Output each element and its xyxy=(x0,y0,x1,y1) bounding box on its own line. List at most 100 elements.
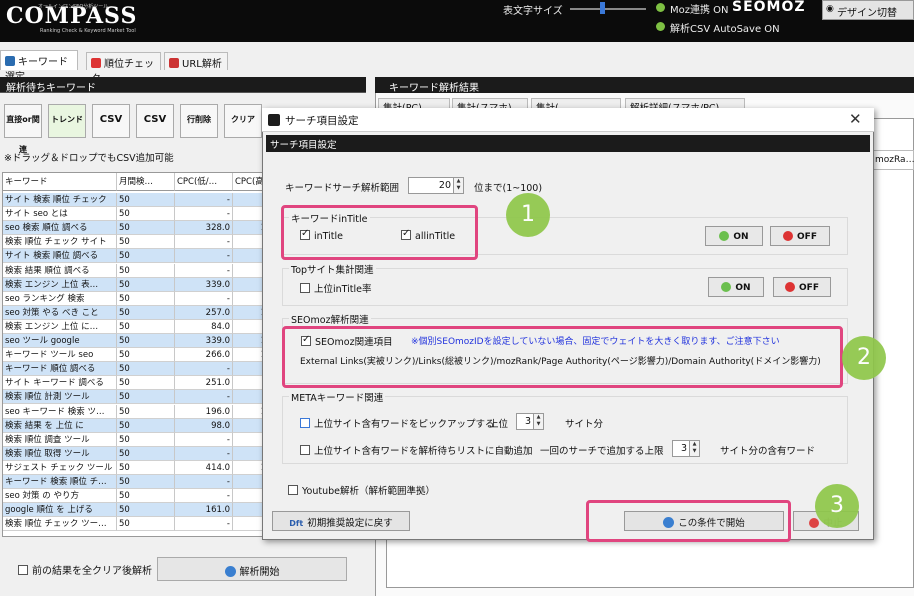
table-row[interactable]: google 順位 を 上げる 50 161.0 xyxy=(3,503,267,518)
table-cell: 50 xyxy=(117,376,175,391)
table-cell: サイト 検索 順位 チェック xyxy=(3,193,117,208)
table-cell: - xyxy=(175,291,233,306)
table-row[interactable]: キーワード ツール seo50266.01 xyxy=(3,348,267,363)
table-cell: 50 xyxy=(117,319,175,334)
tab-keyword-selection[interactable]: キーワード選定 xyxy=(0,50,78,83)
table-cell: 50 xyxy=(117,334,175,349)
csv-import-button[interactable]: CSV xyxy=(92,104,130,138)
search-range-suffix: 位まで(1~100) xyxy=(474,183,543,194)
table-row[interactable]: サイト 検索 順位 調べる 50- xyxy=(3,249,267,264)
delete-row-button[interactable]: 行削除 xyxy=(180,104,218,138)
reset-defaults-button[interactable]: Dft 初期推奨設定に戻す xyxy=(272,511,410,531)
table-row[interactable]: seo ランキング 検索 50- xyxy=(3,291,267,306)
dialog-section-header: サーチ項目設定 xyxy=(266,135,870,152)
table-row[interactable]: サジェスト チェック ツール50414.01 xyxy=(3,460,267,475)
table-row[interactable]: 検索 順位 計測 ツール 50- xyxy=(3,390,267,405)
close-icon[interactable]: ✕ xyxy=(849,110,862,128)
table-row[interactable]: seo ツール google50339.01 xyxy=(3,334,267,349)
table-row[interactable]: 検索 順位 チェック ツー… 50- xyxy=(3,517,267,532)
top-off-button[interactable]: OFF xyxy=(773,277,831,297)
meta-pickup-checkbox[interactable]: 上位サイト含有ワードをピックアップする xyxy=(300,416,495,430)
table-row[interactable]: 検索 結果 順位 調べる 50- xyxy=(3,263,267,278)
table-cell: - xyxy=(175,517,233,532)
tab-icon xyxy=(5,56,15,66)
table-row[interactable]: 検索 エンジン 上位 表… 50 339.0 xyxy=(3,277,267,292)
tab-rank-check[interactable]: 順位チェック xyxy=(86,52,161,85)
checkbox-box[interactable] xyxy=(18,565,28,575)
table-cell: 339.0 xyxy=(175,334,233,349)
table-cell: サイト キーワード 調べる xyxy=(3,376,117,391)
design-switch-button[interactable]: ◉ デザイン切替 xyxy=(822,0,914,20)
table-row[interactable]: サイト キーワード 調べる 50 251.0 xyxy=(3,376,267,391)
start-analysis-button[interactable]: 解析開始 xyxy=(157,557,347,581)
intitle-on-button[interactable]: ON xyxy=(705,226,763,246)
intitle-off-button[interactable]: OFF xyxy=(770,226,830,246)
button-label: 直接or関連 xyxy=(6,115,40,154)
table-row[interactable]: 検索 結果 を 上位 に 50 98.0 xyxy=(3,418,267,433)
table-cell: 検索 エンジン 上位 表… xyxy=(3,277,117,292)
table-cell: 50 xyxy=(117,221,175,236)
table-row[interactable]: 検索 エンジン 上位 に… 50 84.0 xyxy=(3,319,267,334)
checkbox-box[interactable] xyxy=(300,283,310,293)
table-row[interactable]: キーワード 検索 順位 チ… 50- xyxy=(3,475,267,490)
checkbox-label: Youtube解析（解析範囲準拠） xyxy=(302,486,435,497)
table-row[interactable]: キーワード 順位 調べる 50- xyxy=(3,362,267,377)
trend-button[interactable]: トレンド xyxy=(48,104,86,138)
meta-top-spinner[interactable]: 3 ▲ ▼ xyxy=(516,413,544,430)
table-row[interactable]: サイト seo とは 50- xyxy=(3,207,267,222)
meta-top-label: 上位 xyxy=(489,419,509,430)
table-cell: 266.0 xyxy=(175,348,233,363)
spinner-arrows[interactable]: ▲ ▼ xyxy=(453,178,463,193)
search-range-spinner[interactable]: 20 ▲ ▼ xyxy=(408,177,464,194)
meta-limit-spinner[interactable]: 3 ▲ ▼ xyxy=(672,440,700,457)
spinner-arrows[interactable]: ▲ ▼ xyxy=(533,414,543,429)
checkbox-box[interactable] xyxy=(300,418,310,428)
table-cell: 50 xyxy=(117,418,175,433)
check-icon xyxy=(721,282,732,292)
direct-related-button[interactable]: 直接or関連 xyxy=(4,104,42,154)
column-header[interactable]: 月間検… xyxy=(117,173,175,191)
column-header[interactable]: キーワード xyxy=(3,173,117,191)
button-label: 行削除 xyxy=(187,115,211,124)
pending-keywords-header: 解析待ちキーワード xyxy=(0,77,366,94)
app-icon xyxy=(268,114,280,126)
table-row[interactable]: seo キーワード 検索 ツ…50196.01 xyxy=(3,404,267,419)
checkbox-label: 上位サイト含有ワードをピックアップする xyxy=(314,419,495,430)
table-cell: 検索 順位 計測 ツール xyxy=(3,390,117,405)
checkbox-box[interactable] xyxy=(288,485,298,495)
table-cell: 50 xyxy=(117,277,175,292)
meta-auto-add-checkbox[interactable]: 上位サイト含有ワードを解析待ちリストに自動追加 xyxy=(300,443,533,457)
mozrank-column-header[interactable]: mozRa… xyxy=(872,150,914,170)
top-on-button[interactable]: ON xyxy=(708,277,764,297)
table-row[interactable]: seo 対策 の やり方 50- xyxy=(3,489,267,504)
table-cell: - xyxy=(175,235,233,250)
clear-after-analysis-checkbox[interactable]: 前の結果を全クリア後解析 xyxy=(18,562,152,577)
spinner-arrows[interactable]: ▲ ▼ xyxy=(689,441,699,456)
font-size-slider[interactable] xyxy=(570,8,646,10)
table-cell: 50 xyxy=(117,475,175,490)
spinner-value: 3 xyxy=(680,443,687,454)
top-site-group-title: Topサイト集計関連 xyxy=(289,262,376,276)
youtube-analysis-checkbox[interactable]: Youtube解析（解析範囲準拠） xyxy=(288,483,435,497)
table-row[interactable]: 検索 順位 チェック サイト 50- xyxy=(3,235,267,250)
tab-url-analysis[interactable]: URL解析 xyxy=(164,52,228,70)
table-row[interactable]: 検索 順位 調査 ツール 50- xyxy=(3,432,267,447)
button-label: 初期推奨設定に戻す xyxy=(307,518,393,529)
top-intitle-rate-checkbox[interactable]: 上位inTitle率 xyxy=(300,281,372,295)
keyword-grid[interactable]: キーワード 月間検… CPC(低/… CPC(高 サイト 検索 順位 チェック 50- サイ… xyxy=(2,172,268,537)
checkbox-box[interactable] xyxy=(300,445,310,455)
tab-label: URL解析 xyxy=(182,59,222,70)
stop-icon xyxy=(809,518,820,528)
csv-export-button[interactable]: CSV xyxy=(136,104,174,138)
table-cell: 50 xyxy=(117,291,175,306)
table-row[interactable]: seo 対策 やる べき こと50257.01 xyxy=(3,305,267,320)
table-row[interactable]: サイト 検索 順位 チェック 50- xyxy=(3,193,267,208)
table-cell: 検索 エンジン 上位 に… xyxy=(3,319,117,334)
table-row[interactable]: 検索 順位 取得 ツール 50- xyxy=(3,446,267,461)
table-row[interactable]: seo 検索 順位 調べる50328.01 xyxy=(3,221,267,236)
font-size-slider-thumb[interactable] xyxy=(600,2,605,14)
column-header[interactable]: CPC(低/… xyxy=(175,173,233,191)
clear-button[interactable]: クリア xyxy=(224,104,262,138)
table-cell: 251.0 xyxy=(175,376,233,391)
table-cell: seo 検索 順位 調べる xyxy=(3,221,117,236)
